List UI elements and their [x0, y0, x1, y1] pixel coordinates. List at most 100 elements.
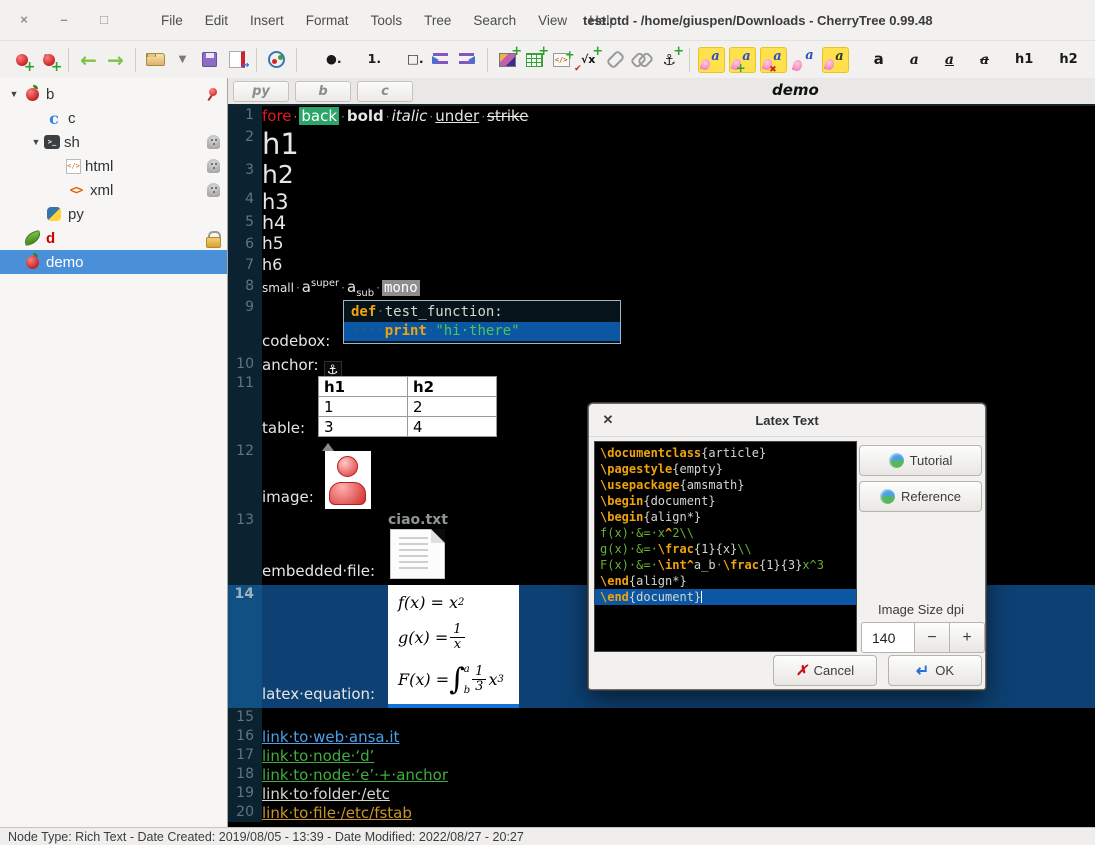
tree-node-sh[interactable]: ▼>_sh	[0, 130, 227, 154]
open-button[interactable]	[142, 45, 169, 75]
format-underline-button[interactable]: a	[922, 45, 957, 75]
menu-search[interactable]: Search	[464, 10, 525, 31]
editor-row-8[interactable]: 8 small·asuper·asub·mono	[228, 277, 1095, 298]
editor-row-17[interactable]: 17 link·to·node·‘d’	[228, 746, 1095, 765]
tree-node-b[interactable]: ▼b	[0, 82, 227, 106]
code-line[interactable]: \documentclass{article}	[595, 445, 856, 461]
editor-row-19[interactable]: 19 link·to·folder·/etc	[228, 784, 1095, 803]
node-add-sub-button[interactable]	[35, 45, 62, 75]
color-bg-button[interactable]: a	[791, 47, 818, 73]
insert-codebox-button[interactable]: </>	[548, 45, 575, 75]
latex-rendered-image[interactable]: f(x) = x2 g(x) = 1x F(x) = ∫ab 13 x3	[388, 585, 519, 704]
attach-file-button[interactable]	[602, 45, 629, 75]
latex-source-editor[interactable]: \documentclass{article}\pagestyle{empty}…	[594, 441, 857, 652]
format-italic-button[interactable]: a	[887, 45, 922, 75]
todo-list-button[interactable]: □.	[384, 45, 427, 75]
find-button[interactable]	[263, 45, 290, 75]
code-line[interactable]: f(x)·&=·x^2\\	[595, 525, 856, 541]
tree-node-py[interactable]: py	[0, 202, 227, 226]
color-fg-button[interactable]: a	[698, 47, 725, 73]
editor-row-9[interactable]: 9 codebox: def·test_function:····print·"…	[228, 298, 1095, 355]
node-nav-button-c[interactable]: c	[357, 81, 413, 102]
menu-file[interactable]: File	[152, 10, 192, 31]
editor-row-1[interactable]: 1 fore·back·bold·italic·under·strike	[228, 106, 1095, 128]
editor-row-4[interactable]: 4 h3	[228, 190, 1095, 213]
menu-format[interactable]: Format	[297, 10, 358, 31]
color-fg-pick-button[interactable]: a	[729, 47, 756, 73]
codebox[interactable]: def·test_function:····print·"hi·there"	[343, 300, 621, 344]
insert-image-button[interactable]	[494, 45, 521, 75]
insert-link-button[interactable]	[629, 45, 656, 75]
go-back-button[interactable]: ←	[75, 45, 102, 75]
editor-row-3[interactable]: 3 h2	[228, 161, 1095, 190]
expander-icon[interactable]: ▼	[28, 137, 44, 147]
embedded-image[interactable]	[325, 451, 371, 509]
editor-row-5[interactable]: 5 h4	[228, 213, 1095, 235]
table-cell[interactable]: 2	[408, 397, 497, 417]
menu-edit[interactable]: Edit	[196, 10, 237, 31]
editor-row-20[interactable]: 20 link·to·file·/etc/fstab	[228, 803, 1095, 822]
code-line[interactable]: \begin{document}	[595, 493, 856, 509]
bullet-list-button[interactable]: ●.	[303, 45, 345, 75]
dpi-value-field[interactable]: 140	[861, 622, 915, 653]
node-add-button[interactable]	[8, 45, 35, 75]
tree-node-xml[interactable]: <>xml	[0, 178, 227, 202]
link-node[interactable]: link·to·node·‘e’·+·anchor	[262, 766, 448, 784]
table-cell[interactable]: 3	[319, 417, 408, 437]
insert-anchor-button[interactable]: ⚓	[656, 45, 683, 75]
indent-right-button[interactable]	[427, 45, 454, 75]
format-strike-button[interactable]: a	[957, 45, 992, 75]
color-highlight-button[interactable]: a	[822, 47, 849, 73]
format-bold-button[interactable]: a	[851, 45, 887, 75]
editor-row-18[interactable]: 18 link·to·node·‘e’·+·anchor	[228, 765, 1095, 784]
insert-table-button[interactable]	[521, 45, 548, 75]
expander-icon[interactable]: ▼	[6, 89, 22, 99]
ok-button[interactable]: ↵ OK	[888, 655, 982, 686]
editor-row-16[interactable]: 16 link·to·web·ansa.it	[228, 727, 1095, 746]
h1-button[interactable]: h1	[992, 45, 1036, 75]
link-file[interactable]: link·to·file·/etc/fstab	[262, 804, 412, 822]
code-line[interactable]: \begin{align*}	[595, 509, 856, 525]
color-clear-button[interactable]: a	[760, 47, 787, 73]
editor-row-10[interactable]: 10 anchor:⚓	[228, 355, 1095, 374]
h3-button[interactable]: h3	[1081, 45, 1095, 75]
code-line[interactable]: \usepackage{amsmath}	[595, 477, 856, 493]
h2-button[interactable]: h2	[1036, 45, 1080, 75]
save-button[interactable]	[196, 45, 223, 75]
menu-tree[interactable]: Tree	[415, 10, 460, 31]
tree-node-demo[interactable]: demo	[0, 250, 227, 274]
table-header-cell[interactable]: h1	[319, 377, 408, 397]
minimize-window-button[interactable]: –	[56, 12, 72, 28]
table-cell[interactable]: 1	[319, 397, 408, 417]
code-line[interactable]: \end{document}	[595, 589, 856, 605]
go-forward-button[interactable]: →	[102, 45, 129, 75]
indent-left-button[interactable]	[454, 45, 481, 75]
node-nav-button-b[interactable]: b	[295, 81, 351, 102]
code-line[interactable]: ····print·"hi·there"	[344, 322, 620, 341]
menu-insert[interactable]: Insert	[241, 10, 293, 31]
reference-button[interactable]: Reference	[859, 481, 982, 512]
code-line[interactable]: F(x)·&=·\int^a_b·\frac{1}{3}x^3	[595, 557, 856, 573]
tree-node-html[interactable]: </>html	[0, 154, 227, 178]
quit-button[interactable]	[223, 45, 250, 75]
menu-tools[interactable]: Tools	[362, 10, 412, 31]
editor-row-15[interactable]: 15	[228, 708, 1095, 727]
tree-node-d[interactable]: d	[0, 226, 227, 250]
open-recent-button[interactable]: ▼	[169, 45, 196, 75]
close-window-button[interactable]: ×	[16, 12, 32, 28]
cancel-button[interactable]: ✗ Cancel	[773, 655, 877, 686]
dpi-decrease-button[interactable]: −	[914, 622, 950, 653]
node-nav-button-py[interactable]: py	[233, 81, 289, 102]
link-web[interactable]: link·to·web·ansa.it	[262, 728, 399, 746]
editor-row-6[interactable]: 6 h5	[228, 235, 1095, 256]
link-node[interactable]: link·to·node·‘d’	[262, 747, 374, 765]
code-line[interactable]: g(x)·&=·\frac{1}{x}\\	[595, 541, 856, 557]
maximize-window-button[interactable]: □	[96, 12, 112, 28]
tutorial-button[interactable]: Tutorial	[859, 445, 982, 476]
numbered-list-button[interactable]: 1.	[345, 45, 384, 75]
code-line[interactable]: \pagestyle{empty}	[595, 461, 856, 477]
embedded-table[interactable]: h1h2 1234	[318, 376, 497, 437]
dialog-close-button[interactable]: ✕	[599, 411, 617, 429]
menu-view[interactable]: View	[529, 10, 576, 31]
tree-node-c[interactable]: cc	[0, 106, 227, 130]
